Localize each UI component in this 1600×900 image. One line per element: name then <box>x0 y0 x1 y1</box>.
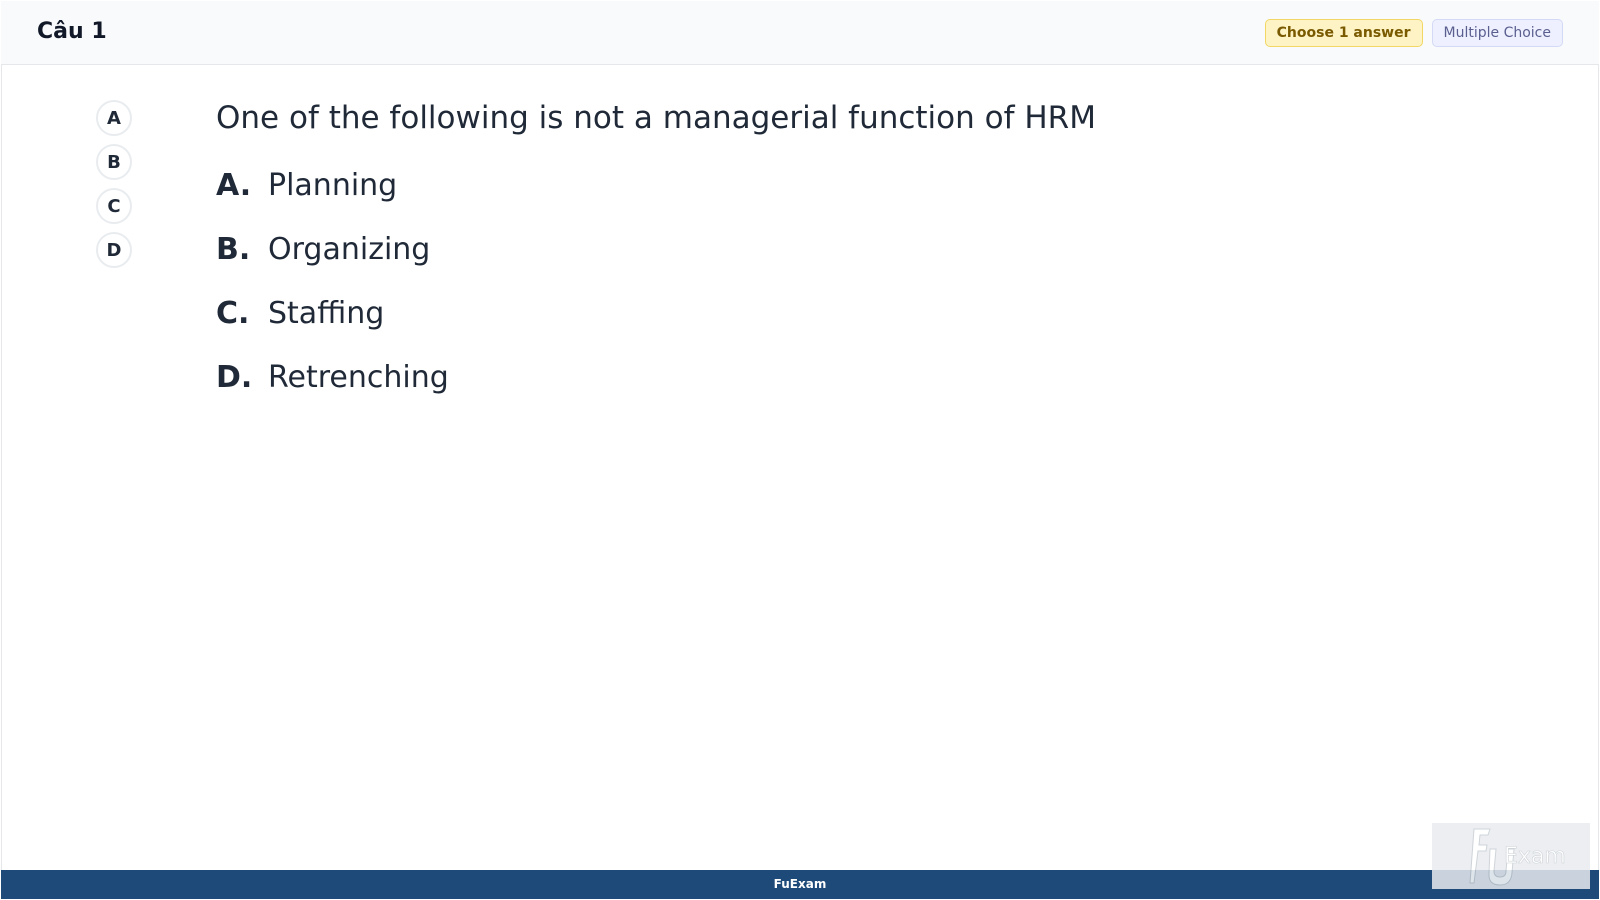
answer-pill-d[interactable]: D <box>96 232 132 268</box>
option-a[interactable]: A. Planning <box>216 168 449 232</box>
question-number: Câu 1 <box>37 19 107 44</box>
option-b[interactable]: B. Organizing <box>216 232 449 296</box>
choose-count-badge: Choose 1 answer <box>1264 19 1423 47</box>
watermark-text: Exam <box>1504 844 1566 869</box>
option-text: Planning <box>268 168 398 203</box>
option-list: A. Planning B. Organizing C. Staffing D.… <box>216 168 449 424</box>
option-text: Retrenching <box>268 360 449 395</box>
question-type-badge: Multiple Choice <box>1431 19 1563 47</box>
fuexam-watermark-logo: Exam <box>1432 823 1590 889</box>
badge-group: Choose 1 answer Multiple Choice <box>1264 19 1563 47</box>
option-text: Organizing <box>268 232 431 267</box>
question-text: One of the following is not a managerial… <box>216 100 1096 136</box>
option-letter: C. <box>216 296 250 331</box>
footer-bar: FuExam <box>1 870 1599 899</box>
option-c[interactable]: C. Staffing <box>216 296 449 360</box>
option-letter: B. <box>216 232 251 267</box>
answer-pill-c[interactable]: C <box>96 188 132 224</box>
option-d[interactable]: D. Retrenching <box>216 360 449 424</box>
question-header: Câu 1 Choose 1 answer Multiple Choice <box>1 1 1599 65</box>
answer-pill-a[interactable]: A <box>96 100 132 136</box>
answer-pill-b[interactable]: B <box>96 144 132 180</box>
option-letter: A. <box>216 168 252 203</box>
footer-brand-label: FuExam <box>773 877 827 891</box>
answer-selector: A B C D <box>96 100 132 276</box>
option-letter: D. <box>216 360 253 395</box>
option-text: Staffing <box>268 296 385 331</box>
logo-icon: Exam <box>1469 828 1566 886</box>
